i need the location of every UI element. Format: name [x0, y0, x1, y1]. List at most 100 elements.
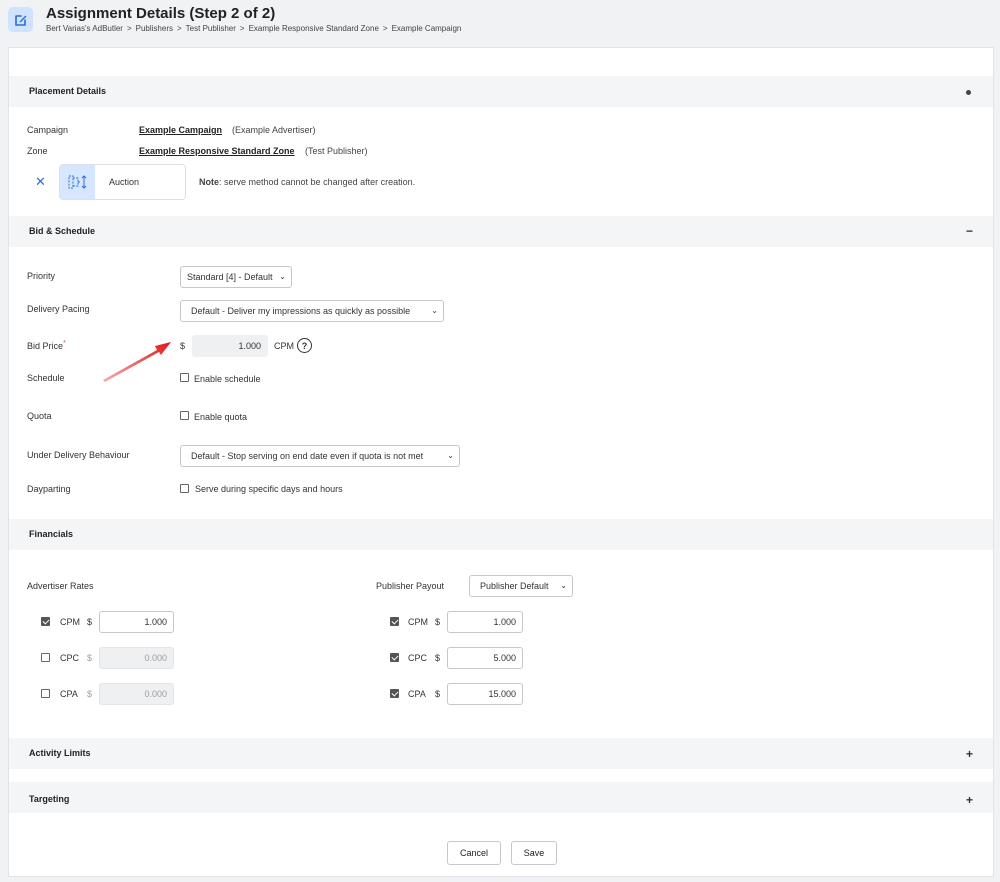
page-header: Assignment Details (Step 2 of 2) Bert Va…	[0, 0, 1000, 44]
zone-label: Zone	[27, 146, 48, 156]
enable-quota-label: Enable quota	[194, 412, 248, 422]
quota-label: Quota	[27, 411, 52, 421]
close-icon[interactable]: ✕	[35, 175, 46, 188]
currency-symbol: $	[87, 689, 93, 699]
dayparting-label: Dayparting	[27, 484, 71, 494]
expand-icon[interactable]: +	[966, 794, 973, 806]
breadcrumb-item[interactable]: Test Publisher	[186, 24, 236, 33]
bid-currency: $	[180, 341, 186, 351]
bid-price-input[interactable]: 1.000	[192, 335, 268, 357]
publisher-cpc-label: CPC	[408, 653, 428, 663]
publisher-payout-label: Publisher Payout	[376, 581, 445, 591]
priority-select[interactable]: Standard [4] - Default ⌄	[180, 266, 292, 288]
enable-schedule-checkbox[interactable]	[180, 373, 189, 382]
section-title: Placement Details	[29, 86, 107, 96]
currency-symbol: $	[435, 689, 441, 699]
breadcrumb-item[interactable]: Example Responsive Standard Zone	[249, 24, 379, 33]
expand-icon[interactable]: +	[966, 748, 973, 760]
page-title: Assignment Details (Step 2 of 2)	[46, 5, 276, 22]
breadcrumb-separator: >	[126, 24, 132, 33]
serve-method-auction[interactable]: Auction	[59, 164, 186, 200]
advertiser-rates-label: Advertiser Rates	[27, 581, 94, 591]
dayparting-checkbox[interactable]	[180, 484, 189, 493]
assignment-form-panel: Placement Details Campaign Example Campa…	[8, 47, 994, 877]
currency-symbol: $	[435, 617, 441, 627]
campaign-label: Campaign	[27, 125, 69, 135]
publisher-payout-value: Publisher Default	[480, 581, 549, 591]
enable-quota-checkbox[interactable]	[180, 411, 189, 420]
serve-method-note: Note: serve method cannot be changed aft…	[199, 177, 415, 187]
edit-icon	[8, 7, 33, 32]
priority-value: Standard [4] - Default	[187, 272, 273, 282]
advertiser-cpm-input[interactable]: 1.000	[99, 611, 174, 633]
publisher-cpa-checkbox[interactable]	[390, 689, 399, 698]
delivery-pacing-select[interactable]: Default - Deliver my impressions as quic…	[180, 300, 444, 322]
section-activity-limits[interactable]: Activity Limits +	[9, 738, 993, 769]
delivery-pacing-label: Delivery Pacing	[27, 304, 90, 314]
publisher-cpm-label: CPM	[408, 617, 428, 627]
campaign-link[interactable]: Example Campaign	[139, 125, 222, 135]
bid-price-label: Bid Price*	[27, 338, 66, 351]
section-title: Bid & Schedule	[29, 226, 96, 236]
advertiser-cpa-label: CPA	[60, 689, 78, 699]
cancel-button[interactable]: Cancel	[447, 841, 501, 865]
serve-method-label: Auction	[109, 177, 140, 187]
section-title: Activity Limits	[29, 748, 91, 758]
breadcrumb-item[interactable]: Example Campaign	[392, 24, 462, 33]
chevron-down-icon: ⌄	[279, 272, 286, 281]
chevron-down-icon: ⌄	[560, 581, 567, 590]
chevron-down-icon: ⌄	[447, 451, 454, 460]
advertiser-cpc-input: 0.000	[99, 647, 174, 669]
breadcrumb-separator: >	[177, 24, 182, 33]
publisher-cpa-input[interactable]: 15.000	[447, 683, 523, 705]
advertiser-cpc-checkbox[interactable]	[41, 653, 50, 662]
schedule-label: Schedule	[27, 373, 65, 383]
currency-symbol: $	[87, 617, 93, 627]
publisher-cpc-input[interactable]: 5.000	[447, 647, 523, 669]
advertiser-cpm-checkbox[interactable]	[41, 617, 50, 626]
section-financials[interactable]: Financials	[9, 519, 993, 550]
save-button[interactable]: Save	[511, 841, 557, 865]
breadcrumb-item[interactable]: Publishers	[136, 24, 173, 33]
under-delivery-select[interactable]: Default - Stop serving on end date even …	[180, 445, 460, 467]
zone-publisher: (Test Publisher)	[305, 146, 368, 156]
bid-price-text: Bid Price	[27, 341, 64, 351]
breadcrumb: Bert Varias's AdButler > Publishers > Test P…	[46, 24, 461, 33]
publisher-cpa-label: CPA	[408, 689, 426, 699]
auction-icon	[60, 165, 95, 199]
delivery-pacing-value: Default - Deliver my impressions as quic…	[191, 306, 411, 316]
breadcrumb-item[interactable]: Bert Varias's AdButler	[46, 24, 123, 33]
bid-unit: CPM	[274, 341, 294, 351]
dayparting-option-label: Serve during specific days and hours	[195, 484, 343, 494]
advertiser-cpa-checkbox[interactable]	[41, 689, 50, 698]
note-bold: Note	[199, 177, 219, 187]
currency-symbol: $	[87, 653, 93, 663]
publisher-cpm-checkbox[interactable]	[390, 617, 399, 626]
annotation-arrow	[103, 342, 171, 382]
enable-schedule-label: Enable schedule	[194, 374, 261, 384]
zone-link[interactable]: Example Responsive Standard Zone	[139, 146, 295, 156]
advertiser-cpm-label: CPM	[60, 617, 80, 627]
under-delivery-label: Under Delivery Behaviour	[27, 450, 130, 460]
required-marker: *	[63, 338, 66, 347]
publisher-payout-select[interactable]: Publisher Default ⌄	[469, 575, 573, 597]
campaign-advertiser: (Example Advertiser)	[232, 125, 316, 135]
section-bid-schedule[interactable]: Bid & Schedule −	[9, 216, 993, 247]
help-icon[interactable]: ?	[297, 338, 312, 353]
priority-label: Priority	[27, 271, 56, 281]
under-delivery-value: Default - Stop serving on end date even …	[191, 451, 424, 461]
section-title: Financials	[29, 529, 74, 539]
publisher-cpm-input[interactable]: 1.000	[447, 611, 523, 633]
collapse-icon[interactable]: −	[966, 225, 973, 237]
note-text: : serve method cannot be changed after c…	[219, 177, 416, 187]
section-targeting[interactable]: Targeting +	[9, 782, 993, 813]
section-title: Targeting	[29, 794, 70, 804]
chevron-down-icon: ⌄	[431, 306, 438, 315]
currency-symbol: $	[435, 653, 441, 663]
advertiser-cpa-input: 0.000	[99, 683, 174, 705]
advertiser-cpc-label: CPC	[60, 653, 80, 663]
section-indicator-dot	[966, 90, 971, 95]
breadcrumb-separator: >	[239, 24, 245, 33]
publisher-cpc-checkbox[interactable]	[390, 653, 399, 662]
section-placement-details[interactable]: Placement Details	[9, 76, 993, 107]
